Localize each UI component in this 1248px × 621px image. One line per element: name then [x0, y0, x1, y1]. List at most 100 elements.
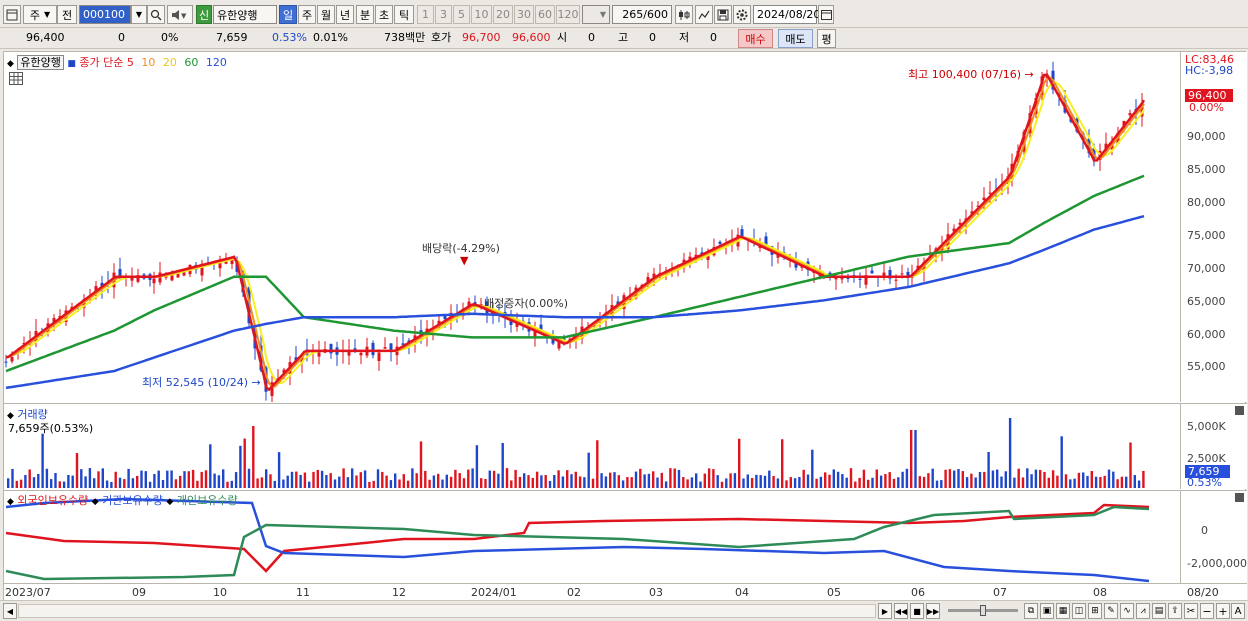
- volume-bar: [897, 477, 900, 488]
- volume-bar: [376, 469, 380, 488]
- avg-button[interactable]: 평: [817, 29, 836, 48]
- volume-bar: [583, 477, 586, 488]
- scroll-left-icon[interactable]: ◀: [3, 603, 17, 619]
- close-pane-icon[interactable]: [1235, 406, 1244, 415]
- volume-bar: [647, 473, 651, 488]
- fast-rewind-icon[interactable]: ◀◀: [894, 603, 908, 619]
- volume-bar: [763, 475, 767, 488]
- cut-icon[interactable]: ✂: [1184, 603, 1198, 619]
- data-count-field[interactable]: 265/600: [612, 5, 672, 24]
- volume-bar: [71, 475, 74, 488]
- volume-bar: [978, 471, 982, 488]
- legend-stock-name[interactable]: 유한양행: [17, 55, 64, 70]
- minute-step-3[interactable]: 3: [435, 5, 452, 24]
- close-pane-icon[interactable]: [1235, 493, 1244, 502]
- volume-bar: [1064, 474, 1068, 488]
- sell-label: 매도: [785, 32, 806, 46]
- ask-price: 96,700: [462, 31, 501, 44]
- volume-bar: [93, 478, 96, 488]
- save-icon[interactable]: [714, 5, 732, 24]
- holder-legend: ◆ 외국인보유수량 ◆ 기관보유수량 ◆ 개인보유수량: [7, 492, 238, 508]
- volume-bar: [1008, 418, 1012, 488]
- font-size-icon[interactable]: A: [1231, 603, 1245, 619]
- y-tick: 55,000: [1187, 360, 1226, 373]
- gear-icon[interactable]: [733, 5, 751, 24]
- minute-step-60[interactable]: 60: [535, 5, 555, 24]
- volume-bar: [793, 478, 797, 488]
- stop-icon[interactable]: ■: [910, 603, 924, 619]
- minute-step-120[interactable]: 120: [556, 5, 580, 24]
- period-second-tab[interactable]: 초: [375, 5, 393, 24]
- zoom-out-icon[interactable]: −: [1200, 603, 1214, 619]
- volume-value: 7,659: [216, 31, 248, 44]
- chart-menu-icon[interactable]: [3, 5, 21, 24]
- copy-icon[interactable]: ⧉: [1024, 603, 1038, 619]
- layout-icon[interactable]: ▣: [1040, 603, 1054, 619]
- volume-bar: [480, 478, 483, 488]
- volume-value: 7,659주(0.53%): [8, 422, 94, 435]
- calendar-icon[interactable]: [818, 5, 834, 24]
- code-dropdown-button[interactable]: ▼: [131, 5, 147, 24]
- volume-bar: [854, 481, 857, 488]
- volume-bar: [1077, 472, 1081, 488]
- prev-button[interactable]: 전: [57, 5, 77, 24]
- price-pane[interactable]: ◆ 유한양행 ■ 종가 단순 5 10 20 60 120 최고 100,400…: [4, 52, 1180, 402]
- volume-bar: [1082, 472, 1085, 488]
- period-tick-tab[interactable]: 틱: [394, 5, 414, 24]
- holder-pane[interactable]: ◆ 외국인보유수량 ◆ 기관보유수량 ◆ 개인보유수량: [4, 490, 1180, 583]
- volume-bar: [600, 473, 603, 488]
- period-minute-tab[interactable]: 분: [356, 5, 374, 24]
- volume-bar: [1116, 479, 1119, 488]
- sell-button[interactable]: 매도: [778, 29, 813, 48]
- volume-bar: [832, 469, 835, 488]
- volume-pane[interactable]: ◆ 거래량 7,659주(0.53%): [4, 403, 1180, 489]
- volume-bar: [1030, 474, 1033, 488]
- minute-step-5[interactable]: 5: [453, 5, 470, 24]
- volume-bar: [45, 468, 49, 488]
- period-day-tab[interactable]: 일: [279, 5, 297, 24]
- split-icon[interactable]: ⊞: [1088, 603, 1102, 619]
- period-year-tab[interactable]: 년: [336, 5, 354, 24]
- stock-code-input[interactable]: 000100: [79, 5, 131, 24]
- custom-period-input[interactable]: ▼: [582, 5, 610, 24]
- volume-bar: [1069, 479, 1072, 488]
- zoom-in-icon[interactable]: +: [1216, 603, 1230, 619]
- zoom-slider-handle[interactable]: [980, 605, 986, 616]
- export-icon[interactable]: ⇪: [1168, 603, 1182, 619]
- minute-step-30[interactable]: 30: [514, 5, 534, 24]
- search-icon[interactable]: [147, 5, 165, 24]
- volume-bar: [789, 477, 792, 488]
- x-tick: 08/20: [1187, 586, 1219, 599]
- volume-bar: [1090, 471, 1093, 488]
- volume-bar: [32, 477, 36, 488]
- market-type-select[interactable]: 주 ▼: [23, 5, 57, 24]
- fast-forward-icon[interactable]: ▶▶: [926, 603, 940, 619]
- candle-style-icon[interactable]: [675, 5, 693, 24]
- volume-bar: [953, 470, 956, 488]
- minute-step-1[interactable]: 1: [417, 5, 434, 24]
- buy-button[interactable]: 매수: [738, 29, 773, 48]
- volume-bar: [879, 475, 883, 488]
- trend-icon[interactable]: ∿: [1120, 603, 1134, 619]
- panel-icon[interactable]: ◫: [1072, 603, 1086, 619]
- volume-bar: [252, 426, 255, 488]
- minute-step-20[interactable]: 20: [493, 5, 513, 24]
- stock-name-field[interactable]: 유한양행: [213, 5, 277, 24]
- pen-icon[interactable]: ✎: [1104, 603, 1118, 619]
- grid-icon[interactable]: ▦: [1056, 603, 1070, 619]
- volume-bar: [1103, 475, 1106, 488]
- chart-type-icon[interactable]: ⩘: [1136, 603, 1150, 619]
- image-icon[interactable]: ▤: [1152, 603, 1166, 619]
- period-week-tab[interactable]: 주: [298, 5, 316, 24]
- speaker-icon[interactable]: ▼: [167, 5, 193, 24]
- period-month-tab[interactable]: 월: [317, 5, 335, 24]
- x-tick: 2023/07: [5, 586, 51, 599]
- volume-bar: [286, 475, 289, 488]
- line-tool-icon[interactable]: [695, 5, 713, 24]
- date-input[interactable]: 2024/08/20: [753, 5, 820, 24]
- volume-bar: [424, 470, 427, 488]
- scroll-track[interactable]: [18, 604, 876, 618]
- table-view-icon[interactable]: [9, 72, 23, 85]
- scroll-right-icon[interactable]: ▶: [878, 603, 892, 619]
- minute-step-10[interactable]: 10: [471, 5, 492, 24]
